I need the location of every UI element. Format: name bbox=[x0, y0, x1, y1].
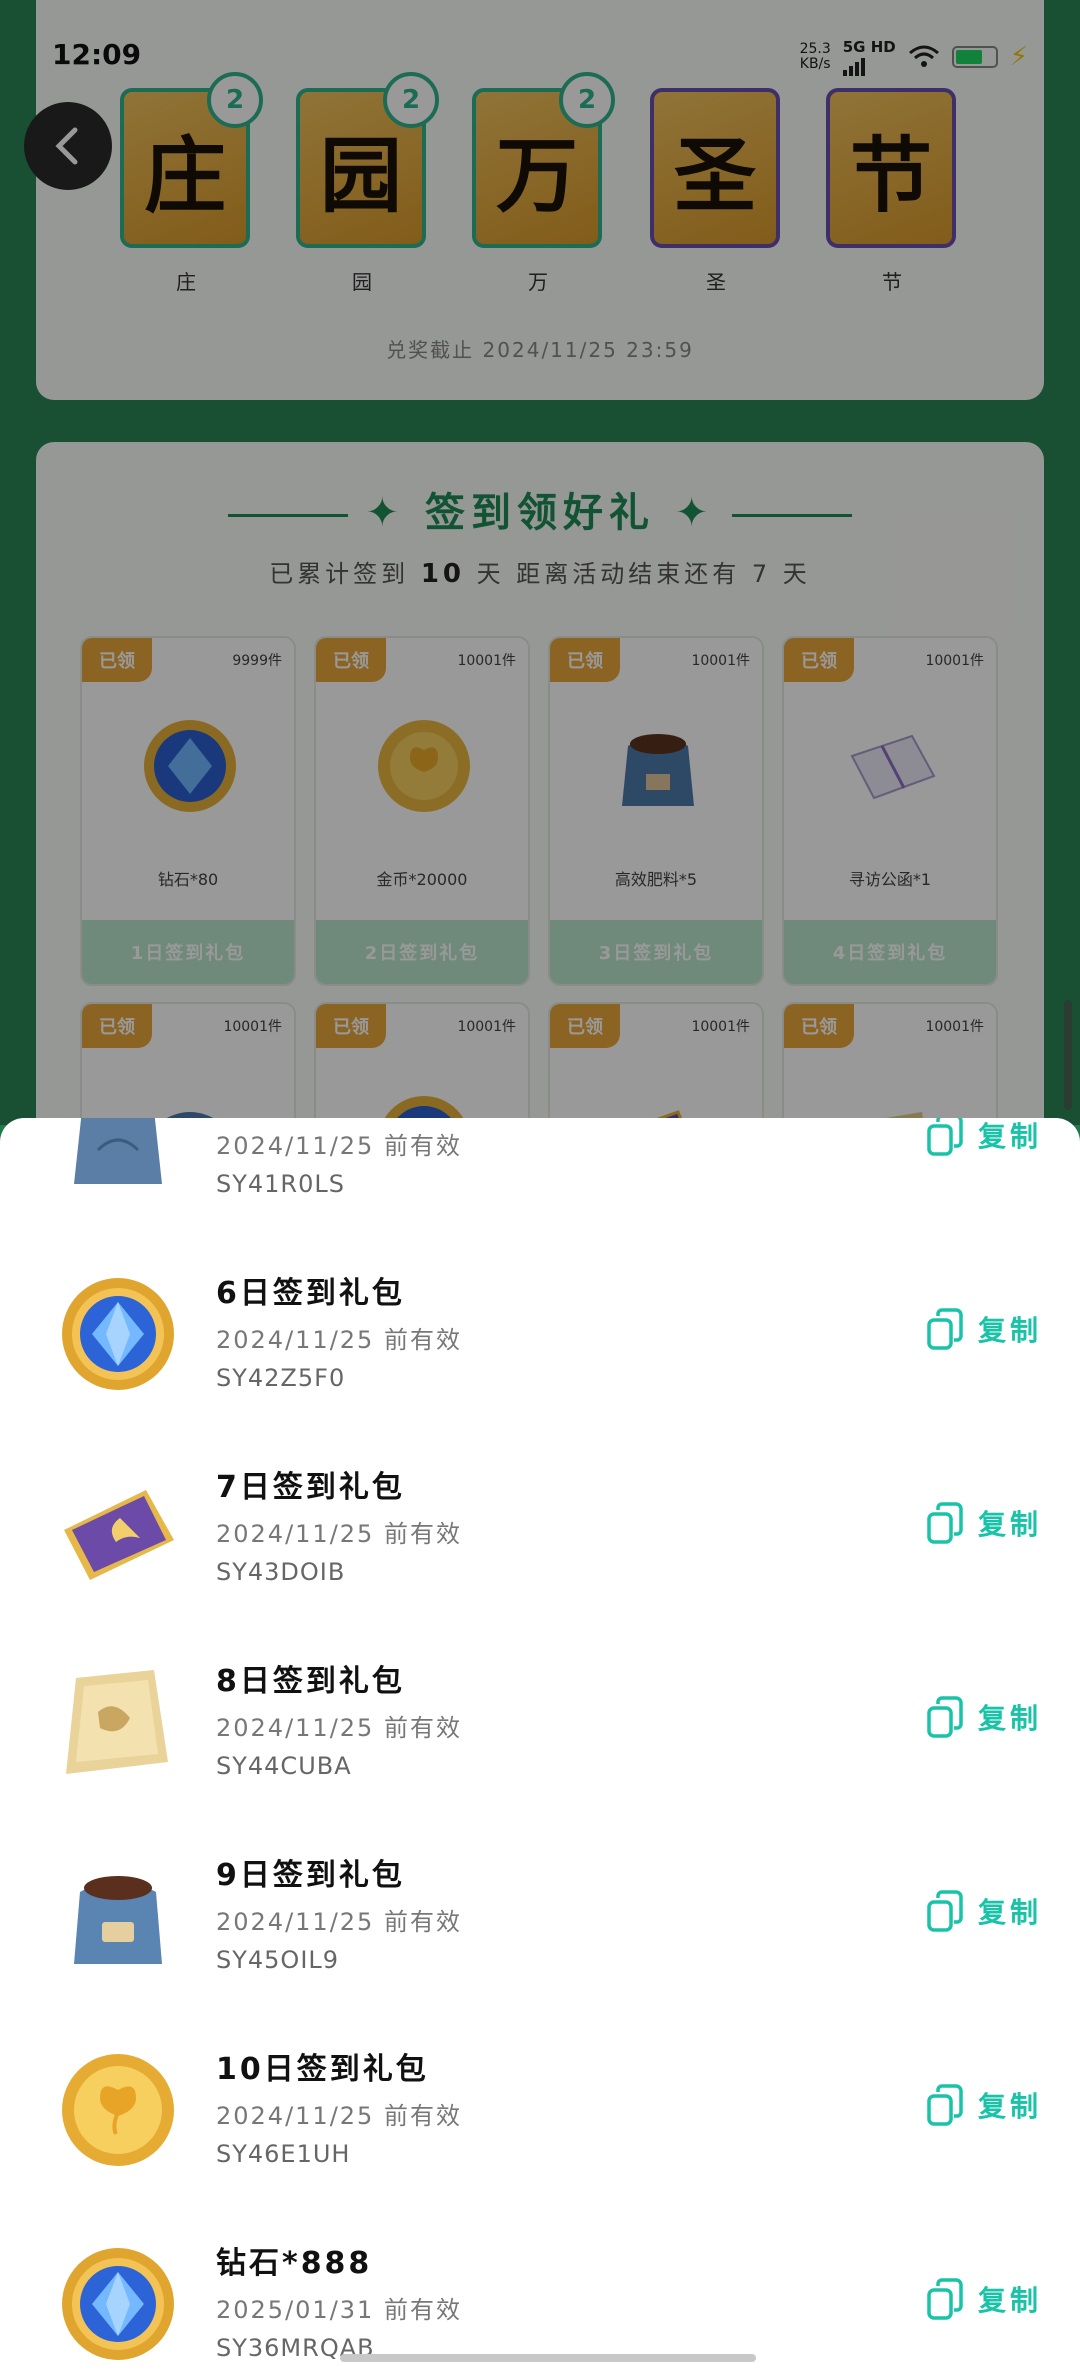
copy-icon bbox=[927, 1502, 963, 1544]
copy-icon bbox=[927, 1696, 963, 1738]
copy-button[interactable]: 复制 bbox=[926, 1502, 1042, 1544]
item-title: 8日签到礼包 bbox=[216, 1664, 405, 1699]
item-title: 钻石*888 bbox=[216, 2246, 373, 2281]
copy-button[interactable]: 复制 bbox=[926, 1308, 1042, 1350]
item-validity: 2025/01/31 前有效 bbox=[216, 2296, 462, 2324]
item-validity: 2024/11/25 前有效 bbox=[216, 1132, 462, 1160]
home-indicator[interactable] bbox=[340, 2354, 756, 2362]
coin-icon bbox=[62, 2054, 174, 2166]
item-validity: 2024/11/25 前有效 bbox=[216, 1714, 462, 1742]
item-title: 9日签到礼包 bbox=[216, 1858, 405, 1893]
modal-overlay[interactable] bbox=[0, 0, 1080, 1125]
diamond-icon bbox=[62, 1278, 174, 1390]
copy-icon bbox=[927, 1890, 963, 1932]
list-item: 8日签到礼包 2024/11/25 前有效 SY44CUBA 复制 bbox=[0, 1626, 1080, 1820]
list-item: 钻石*888 2025/01/31 前有效 SY36MRQAB 复制 bbox=[0, 2208, 1080, 2376]
bag-icon bbox=[74, 1118, 162, 1184]
scroll-icon bbox=[66, 1670, 168, 1774]
list-item: 9日签到礼包 2024/11/25 前有效 SY45OIL9 复制 bbox=[0, 1820, 1080, 2014]
list-item: 2024/11/25 前有效 SY41R0LS 复制 bbox=[0, 1118, 1080, 1238]
copy-icon bbox=[927, 2084, 963, 2126]
item-title: 10日签到礼包 bbox=[216, 2052, 429, 2087]
copy-icon bbox=[927, 1118, 963, 1156]
item-validity: 2024/11/25 前有效 bbox=[216, 2102, 462, 2130]
item-validity: 2024/11/25 前有效 bbox=[216, 1908, 462, 1936]
copy-icon bbox=[927, 2278, 963, 2320]
list-item: 10日签到礼包 2024/11/25 前有效 SY46E1UH 复制 bbox=[0, 2014, 1080, 2208]
item-validity: 2024/11/25 前有效 bbox=[216, 1326, 462, 1354]
copy-button[interactable]: 复制 bbox=[926, 1890, 1042, 1932]
list-item: 7日签到礼包 2024/11/25 前有效 SY43DOIB 复制 bbox=[0, 1432, 1080, 1626]
copy-button[interactable]: 复制 bbox=[926, 1118, 1042, 1156]
item-title: 7日签到礼包 bbox=[216, 1470, 405, 1505]
diamond-icon bbox=[62, 2248, 174, 2360]
item-title: 6日签到礼包 bbox=[216, 1276, 405, 1311]
item-validity: 2024/11/25 前有效 bbox=[216, 1520, 462, 1548]
copy-button[interactable]: 复制 bbox=[926, 2084, 1042, 2126]
item-code: SY44CUBA bbox=[216, 1752, 352, 1780]
item-code: SY41R0LS bbox=[216, 1170, 345, 1198]
gift-code-sheet: 2024/11/25 前有效 SY41R0LS 复制 6日签到礼包 2024/1… bbox=[0, 1118, 1080, 2376]
background-page: 12:09 25.3 KB/s 5G HD ⚡ 庄 2 庄 园 2 园 万 2 … bbox=[0, 0, 1080, 1125]
item-code: SY45OIL9 bbox=[216, 1946, 340, 1974]
list-item: 6日签到礼包 2024/11/25 前有效 SY42Z5F0 复制 bbox=[0, 1238, 1080, 1432]
item-code: SY46E1UH bbox=[216, 2140, 351, 2168]
copy-button[interactable]: 复制 bbox=[926, 1696, 1042, 1738]
item-code: SY42Z5F0 bbox=[216, 1364, 346, 1392]
fertilizer-bag-icon bbox=[74, 1876, 162, 1964]
card-icon bbox=[64, 1490, 174, 1580]
copy-button[interactable]: 复制 bbox=[926, 2278, 1042, 2320]
item-code: SY43DOIB bbox=[216, 1558, 346, 1586]
copy-icon bbox=[927, 1308, 963, 1350]
